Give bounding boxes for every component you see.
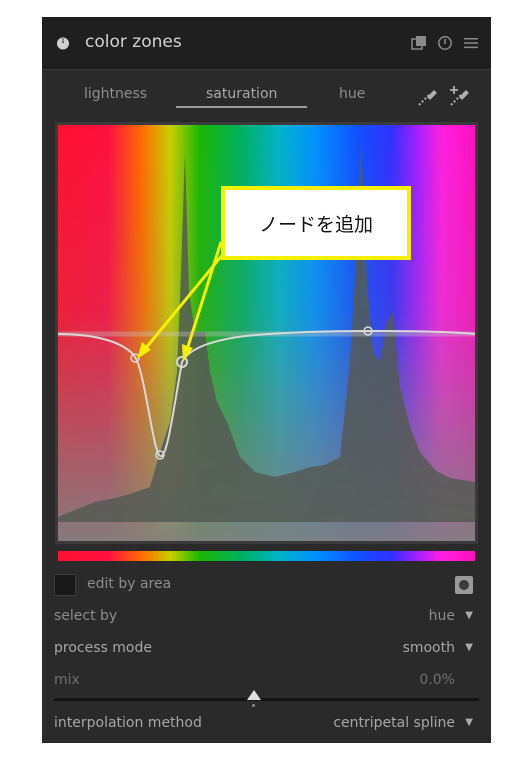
annotation-callout: ノードを追加 [221, 186, 411, 260]
active-tab-indicator [176, 106, 307, 108]
select-by-label: select by [54, 608, 118, 624]
mix-value: 0.0% [419, 672, 455, 688]
color-picker-icon[interactable] [415, 83, 441, 109]
mix-label: mix [54, 672, 80, 688]
process-mode-value: smooth [402, 640, 455, 656]
tab-saturation[interactable]: saturation [206, 86, 277, 102]
presets-menu-icon[interactable] [463, 35, 479, 51]
process-mode-label: process mode [54, 640, 152, 656]
chevron-down-icon: ▼ [465, 610, 473, 621]
reset-icon[interactable] [437, 35, 453, 51]
select-by-value: hue [428, 608, 455, 624]
color-picker-set-values-icon[interactable] [447, 83, 473, 109]
mix-slider-marker [252, 704, 255, 707]
multi-instance-icon[interactable] [411, 35, 427, 51]
interpolation-method-label: interpolation method [54, 715, 202, 731]
chevron-down-icon: ▼ [465, 717, 473, 728]
select-by-dropdown[interactable]: select by hue ▼ [42, 604, 491, 630]
edit-by-area-checkbox[interactable] [54, 574, 76, 596]
power-icon[interactable] [55, 35, 71, 51]
module-title: color zones [85, 32, 182, 52]
process-mode-dropdown[interactable]: process mode smooth ▼ [42, 636, 491, 662]
tab-hue[interactable]: hue [339, 86, 365, 102]
edit-by-area-label: edit by area [87, 576, 172, 592]
hue-strip [58, 551, 475, 561]
mix-slider-row: mix 0.0% [42, 668, 491, 694]
mix-slider-track[interactable] [54, 698, 479, 701]
interpolation-method-dropdown[interactable]: interpolation method centripetal spline … [42, 711, 491, 737]
tab-lightness[interactable]: lightness [84, 86, 147, 102]
interpolation-method-value: centripetal spline [333, 715, 455, 731]
mix-slider-thumb[interactable] [247, 690, 261, 700]
channel-tabs: lightness saturation hue [42, 79, 491, 119]
color-zones-module: color zones lightness saturation hue edi… [42, 17, 491, 743]
module-header[interactable]: color zones [42, 17, 491, 70]
chevron-down-icon: ▼ [465, 642, 473, 653]
area-mask-icon[interactable] [455, 576, 473, 594]
